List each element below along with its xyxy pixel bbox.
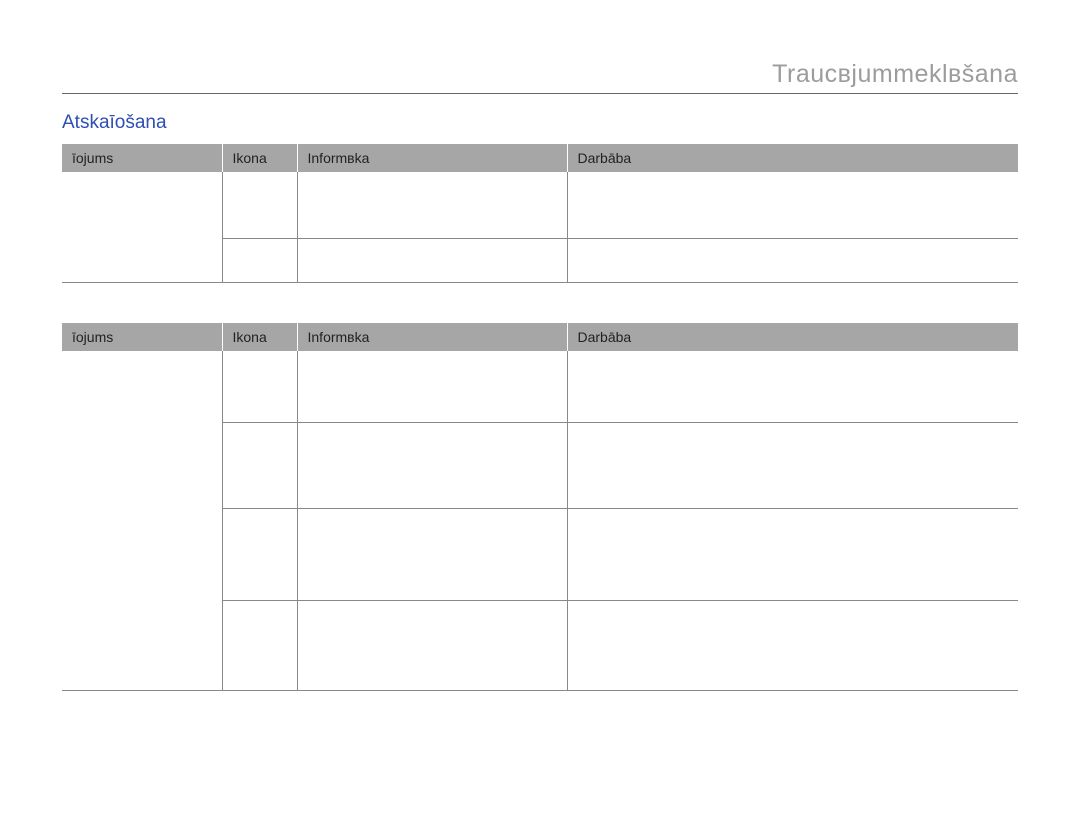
table-1-header-c1: īojums: [62, 144, 222, 172]
table-cell: [222, 423, 297, 509]
page-container: Traucвjummeklвšana Atskaīošana īojums Ik…: [0, 0, 1080, 827]
table-1-header-c2: Ikona: [222, 144, 297, 172]
section-title: Atskaīošana: [62, 112, 1018, 134]
table-cell: [222, 509, 297, 601]
table-cell: [222, 601, 297, 691]
table-cell: [567, 509, 1018, 601]
table-gap: [62, 283, 1018, 323]
table-2-header-c1: īojums: [62, 323, 222, 351]
table-1-row: [62, 172, 1018, 238]
table-cell: [222, 238, 297, 282]
table-cell: [62, 172, 222, 282]
header-divider: [62, 93, 1018, 94]
table-cell: [297, 509, 567, 601]
table-cell: [222, 351, 297, 423]
page-header-title: Traucвjummeklвšana: [62, 60, 1018, 89]
table-2-row: [62, 351, 1018, 423]
table-cell: [567, 238, 1018, 282]
table-1-header-row: īojums Ikona Informвka Darbāba: [62, 144, 1018, 172]
table-cell: [567, 601, 1018, 691]
table-cell: [297, 351, 567, 423]
table-2-header-c4: Darbāba: [567, 323, 1018, 351]
table-cell: [62, 351, 222, 691]
table-2-header-c2: Ikona: [222, 323, 297, 351]
table-cell: [567, 172, 1018, 238]
table-cell: [567, 423, 1018, 509]
table-cell: [297, 172, 567, 238]
table-1: īojums Ikona Informвka Darbāba: [62, 144, 1018, 283]
table-2: īojums Ikona Informвka Darbāba: [62, 323, 1018, 692]
table-1-header-c4: Darbāba: [567, 144, 1018, 172]
table-cell: [567, 351, 1018, 423]
table-2-header-row: īojums Ikona Informвka Darbāba: [62, 323, 1018, 351]
table-2-header-c3: Informвka: [297, 323, 567, 351]
table-cell: [222, 172, 297, 238]
table-cell: [297, 238, 567, 282]
table-cell: [297, 601, 567, 691]
table-cell: [297, 423, 567, 509]
table-1-header-c3: Informвka: [297, 144, 567, 172]
